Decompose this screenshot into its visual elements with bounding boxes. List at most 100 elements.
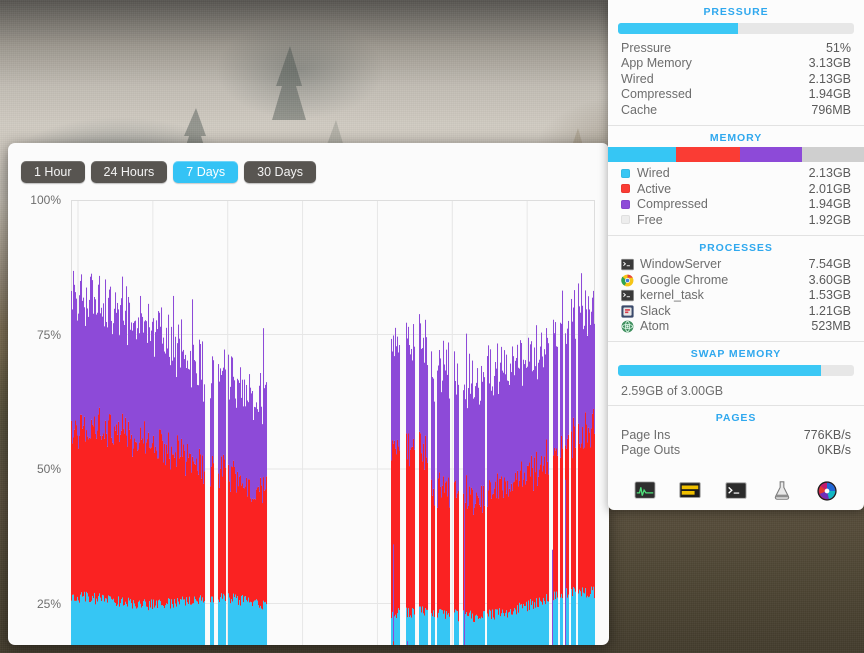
process-row[interactable]: kernel_task1.53GB (621, 288, 851, 304)
chart-plot-area (71, 200, 595, 645)
series-compressed-column (571, 299, 572, 431)
series-compressed-column (414, 347, 415, 450)
series-active-column (182, 457, 183, 597)
series-compressed-column (590, 325, 591, 447)
series-compressed-column (480, 401, 481, 507)
series-active-column (528, 466, 529, 600)
activity-monitor-icon[interactable] (634, 480, 656, 502)
series-active-column (238, 486, 239, 605)
series-wired-column (509, 612, 510, 645)
series-active-column (534, 457, 535, 602)
series-active-column (594, 434, 595, 598)
series-wired-column (191, 605, 192, 645)
series-wired-column (144, 599, 145, 645)
series-wired-column (512, 615, 513, 645)
series-wired-column (532, 601, 533, 645)
color-wheel-icon[interactable] (816, 480, 838, 502)
series-wired-column (427, 610, 428, 645)
series-wired-column (534, 602, 535, 645)
series-active-column (128, 422, 129, 598)
process-row[interactable]: Google Chrome3.60GB (621, 272, 851, 288)
series-compressed-column (544, 349, 545, 456)
series-wired-column (239, 600, 240, 645)
series-wired-column (493, 618, 494, 645)
series-wired-column (457, 611, 458, 645)
series-wired-column (542, 605, 543, 645)
series-wired-column (241, 596, 242, 645)
series-wired-column (236, 598, 237, 645)
series-wired-column (591, 587, 592, 645)
series-active-column (530, 476, 531, 599)
series-compressed-column (426, 337, 427, 457)
series-wired-column (518, 613, 519, 645)
swap-bar-fill (618, 365, 821, 376)
series-wired-column (184, 599, 185, 645)
series-compressed-column (223, 368, 224, 455)
series-compressed-column (521, 343, 522, 462)
series-compressed-column (179, 339, 180, 459)
y-axis-tick-100: 100% (30, 193, 61, 207)
series-wired-column (479, 618, 480, 645)
flask-icon[interactable] (771, 480, 793, 502)
series-wired-column (544, 601, 545, 645)
series-active-column (229, 481, 230, 597)
series-compressed-column (575, 339, 576, 448)
series-compressed-column (166, 328, 167, 444)
series-active-column (251, 502, 252, 603)
series-compressed-column (218, 364, 219, 473)
process-row[interactable]: Atom523MB (621, 319, 851, 335)
terminal-icon[interactable] (725, 480, 747, 502)
series-compressed-column (437, 371, 438, 508)
series-compressed-column (492, 386, 493, 494)
series-compressed-column (546, 328, 547, 439)
pressure-bar-fill (618, 23, 738, 34)
series-compressed-column (534, 347, 535, 457)
series-wired-column (522, 608, 523, 645)
series-active-column (123, 429, 124, 606)
tab-30-days[interactable]: 30 Days (244, 161, 316, 183)
series-compressed-column (532, 371, 533, 468)
series-wired-column (218, 600, 219, 645)
series-active-column (171, 447, 172, 600)
series-wired-column (572, 596, 573, 645)
series-wired-column (420, 607, 421, 645)
series-wired-column (527, 611, 528, 645)
tab-24-hours[interactable]: 24 Hours (91, 161, 168, 183)
series-wired-column (125, 602, 126, 645)
series-wired-column (204, 601, 205, 645)
series-compressed-column (580, 313, 581, 448)
series-compressed-column (420, 323, 421, 433)
series-wired-column (586, 597, 587, 645)
process-row[interactable]: Slack1.21GB (621, 303, 851, 319)
series-active-column (142, 438, 143, 606)
series-active-column (257, 487, 258, 600)
pages-row-label: Page Outs (621, 443, 818, 457)
series-active-column (225, 468, 226, 601)
series-wired-column (94, 593, 95, 645)
series-wired-column (510, 609, 511, 645)
series-active-column (154, 453, 155, 608)
series-wired-column (117, 605, 118, 645)
series-wired-column (513, 611, 514, 645)
series-wired-column (148, 610, 149, 645)
series-compressed-column (499, 382, 500, 479)
series-compressed-column (586, 309, 587, 424)
series-compressed-column (88, 317, 89, 439)
series-active-column (231, 466, 232, 599)
series-active-column (92, 425, 93, 596)
series-wired-column (164, 608, 165, 645)
pressure-row-value: 1.94GB (809, 87, 851, 101)
series-active-column (116, 424, 117, 606)
series-wired-column (555, 599, 556, 645)
series-compressed-column (147, 343, 148, 439)
series-active-column (494, 488, 495, 619)
series-active-column (441, 497, 442, 609)
tab-1-hour[interactable]: 1 Hour (21, 161, 85, 183)
process-row[interactable]: WindowServer7.54GB (621, 257, 851, 273)
series-wired-column (541, 602, 542, 645)
process-row-label: Atom (640, 319, 811, 333)
tab-7-days[interactable]: 7 Days (173, 161, 238, 183)
series-compressed-column (391, 339, 392, 461)
series-active-column (114, 426, 115, 602)
warning-sign-icon[interactable] (679, 480, 701, 502)
